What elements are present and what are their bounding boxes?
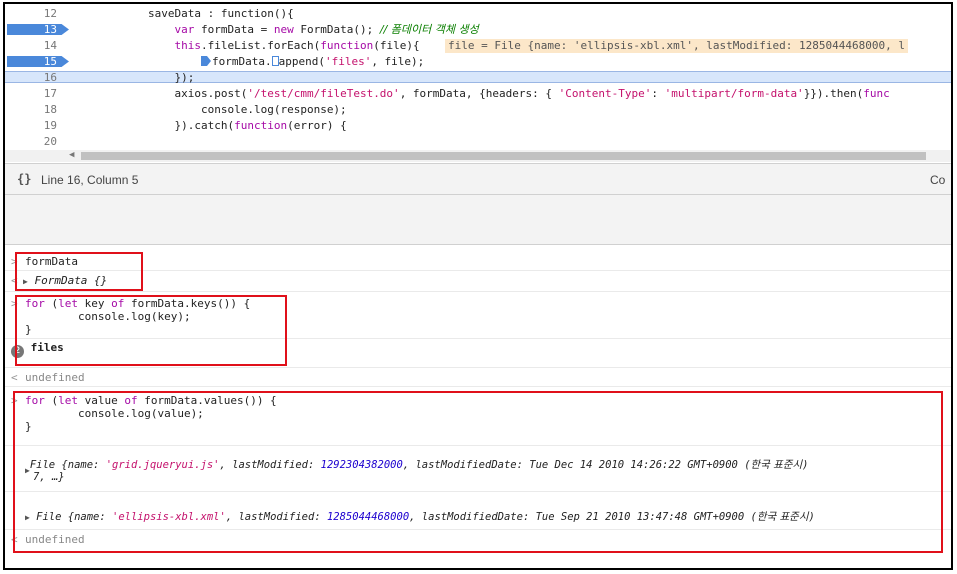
code-line: axios.post('/test/cmm/fileTest.do', form… (174, 87, 890, 100)
inline-value-tooltip: file = File {name: 'ellipsis-xbl.xml', l… (445, 39, 908, 53)
line-number[interactable]: 16 (5, 72, 57, 84)
line-number[interactable]: 18 (5, 104, 57, 116)
cursor-position: Line 16, Column 5 (41, 173, 139, 187)
inline-breakpoint-icon[interactable] (271, 56, 279, 66)
line-number[interactable]: 19 (5, 120, 57, 132)
annotation-box (13, 391, 943, 553)
console-output-prompt-icon: < (11, 371, 18, 384)
console-separator (5, 270, 951, 271)
console-separator (5, 367, 951, 368)
code-line: console.log(response); (200, 103, 347, 116)
line-number[interactable]: 14 (5, 40, 57, 52)
code-line: }).catch(function(error) { (174, 119, 347, 132)
editor-status-bar: {} Line 16, Column 5 Co (5, 163, 951, 195)
console-separator (5, 291, 951, 292)
console-output-formdata[interactable]: ▶ FormData {} (23, 274, 951, 287)
horizontal-scrollbar-thumb[interactable] (81, 152, 926, 160)
console-input: formData (25, 255, 78, 268)
annotation-box (15, 295, 287, 366)
code-line: var formData = new FormData(); // 폼데이터 객… (174, 23, 479, 36)
console-result: undefined (25, 371, 85, 384)
line-number[interactable]: 13 (5, 24, 57, 36)
empty-panel (5, 195, 951, 245)
console-separator (5, 386, 951, 387)
code-line: saveData : function(){ (148, 7, 294, 20)
scroll-left-icon[interactable]: ◀ (69, 150, 74, 160)
execution-pointer-icon (200, 56, 211, 66)
line-number[interactable]: 20 (5, 136, 57, 148)
line-number[interactable]: 17 (5, 88, 57, 100)
devtools-window: 12 saveData : function(){ 13 var formData … (3, 2, 953, 570)
line-number[interactable]: 15 (5, 56, 57, 68)
pretty-print-icon[interactable]: {} (17, 172, 31, 186)
line-number[interactable]: 12 (5, 8, 57, 20)
current-line-highlight (5, 71, 951, 83)
annotation-box (15, 252, 143, 291)
code-line: }); (174, 71, 195, 84)
source-editor: 12 saveData : function(){ 13 var formData … (5, 4, 951, 162)
code-line: this.fileList.forEach(function(file){ (174, 39, 420, 52)
coverage-label: Co (930, 173, 946, 187)
console-panel: > formData < ▶ FormData {} > for (let ke… (5, 245, 951, 568)
code-line: formData. append('files', file); (148, 56, 424, 68)
